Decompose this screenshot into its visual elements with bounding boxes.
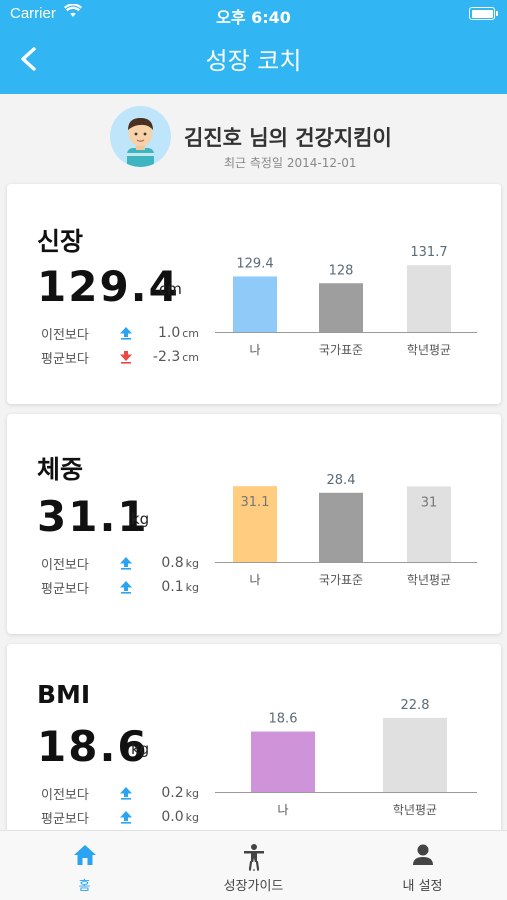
avatar [110, 106, 171, 167]
bar-3 [407, 265, 451, 332]
height-card[interactable]: 신장 129.4 cm 이전보다 1.0 cm 평균보다 -2.3 cm 129.4… [7, 184, 501, 404]
avg-label: 평균보다 [41, 582, 89, 597]
status-bar: Carrier 오후 6:40 [0, 0, 507, 28]
category-label: 학년평균 [407, 343, 451, 357]
tab-label: 성장가이드 [223, 879, 284, 894]
bar-value-label: 31.1 [241, 495, 270, 510]
prev-diff: 0.8 kg [161, 555, 199, 571]
tab-settings[interactable]: 내 설정 [338, 831, 507, 900]
bar-value-label: 131.7 [410, 245, 447, 260]
prev-diff: 0.2 kg [161, 785, 199, 801]
arrow-up-icon [120, 327, 132, 340]
header: Carrier 오후 6:40 성장 코치 [0, 0, 507, 94]
bar-1 [251, 731, 315, 792]
category-label: 학년평균 [393, 803, 437, 817]
category-label: 국가표준 [319, 573, 363, 587]
bar-2 [383, 717, 447, 792]
bar-value-label: 22.8 [401, 698, 430, 713]
arrow-up-icon [120, 787, 132, 800]
tab-label: 내 설정 [402, 879, 443, 894]
category-label: 나 [277, 803, 288, 817]
prev-diff: 1.0 cm [157, 325, 199, 341]
bar-value-label: 28.4 [327, 473, 356, 488]
avg-diff: 0.1 kg [161, 579, 199, 595]
last-measured-date: 최근 측정일 2014-12-01 [224, 156, 357, 170]
tab-label: 홈 [78, 879, 91, 894]
category-label: 국가표준 [319, 343, 363, 357]
prev-label: 이전보다 [41, 788, 89, 803]
category-label: 학년평균 [407, 573, 451, 587]
bar-value-label: 31 [421, 495, 438, 510]
bmi-card[interactable]: BMI 18.6 kg 이전보다 0.2 kg 평균보다 0.0 kg 18.6 나 2… [7, 644, 501, 844]
arrow-up-icon [120, 557, 132, 570]
avg-diff: -2.3 cm [152, 349, 199, 365]
bar-2 [319, 492, 363, 562]
bar-value-label: 18.6 [269, 712, 298, 727]
category-label: 나 [249, 573, 260, 587]
arrow-up-icon [120, 811, 132, 824]
category-label: 나 [249, 343, 260, 357]
bar-1 [233, 276, 277, 332]
battery-icon [469, 7, 498, 20]
bmi-chart: 18.6 나 22.8 학년평균 [215, 698, 477, 817]
height-chart: 129.4 나 128 국가표준 131.7 학년평균 [215, 245, 477, 357]
prev-label: 이전보다 [41, 558, 89, 573]
tab-bar: 홈 성장가이드 내 설정 [0, 830, 507, 900]
arrow-up-icon [120, 581, 132, 594]
bar-value-label: 128 [329, 263, 354, 278]
user-icon [413, 844, 433, 865]
bmi-unit: kg [131, 740, 150, 758]
card-title: BMI [37, 680, 91, 709]
profile-section: 김진호 님의 건강지킴이 최근 측정일 2014-12-01 [0, 94, 507, 180]
person-guide-icon [244, 844, 264, 871]
arrow-down-icon [120, 351, 132, 364]
height-unit: cm [159, 280, 182, 298]
weight-card[interactable]: 체중 31.1 kg 이전보다 0.8 kg 평균보다 0.1 kg 31.1 나 28… [7, 414, 501, 634]
avg-label: 평균보다 [41, 352, 89, 367]
bar-2 [319, 283, 363, 332]
status-time: 오후 6:40 [216, 8, 291, 27]
home-icon [74, 845, 96, 865]
tab-growth-guide[interactable]: 성장가이드 [169, 831, 338, 900]
bar-value-label: 129.4 [236, 256, 273, 271]
avg-label: 평균보다 [41, 812, 89, 827]
profile-name: 김진호 님의 건강지킴이 [184, 126, 392, 150]
avg-diff: 0.0 kg [161, 809, 199, 825]
weight-chart: 31.1 나 28.4 국가표준 31 학년평균 [215, 473, 477, 587]
card-title: 체중 [37, 455, 84, 484]
weight-unit: kg [131, 510, 150, 528]
tab-home[interactable]: 홈 [0, 831, 169, 900]
card-title: 신장 [37, 227, 84, 256]
page-title: 성장 코치 [205, 47, 302, 75]
prev-label: 이전보다 [41, 328, 89, 343]
